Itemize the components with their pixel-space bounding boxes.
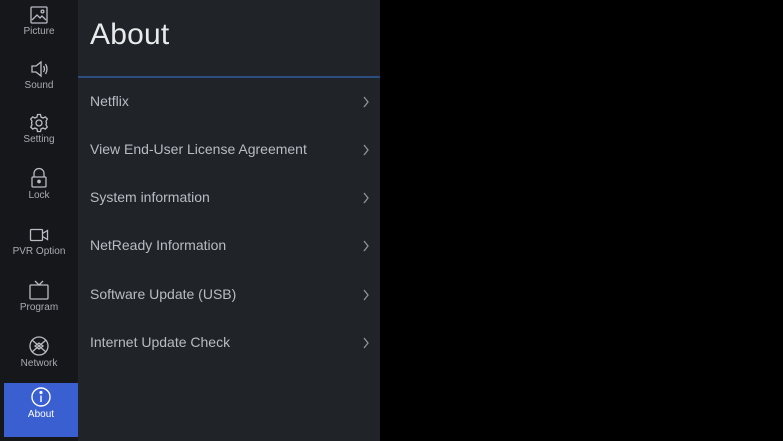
- sidebar-item-pvr-option[interactable]: PVR Option: [0, 222, 78, 274]
- picture-icon: [29, 2, 49, 25]
- sidebar-item-label: PVR Option: [12, 246, 66, 257]
- sidebar-item-about[interactable]: About: [4, 383, 78, 437]
- chevron-right-icon: [363, 240, 369, 252]
- camera-icon: [29, 222, 49, 245]
- menu-item-label: Netflix: [90, 93, 129, 109]
- info-icon: [30, 383, 52, 408]
- page-title: About: [90, 18, 170, 51]
- sidebar-item-sound[interactable]: Sound: [0, 56, 78, 108]
- tv-icon: [28, 276, 50, 301]
- menu-item-netready-information[interactable]: NetReady Information: [78, 222, 380, 270]
- lock-icon: [29, 164, 49, 189]
- category-sidebar: Picture Sound Setting Lock PVR Option Pr…: [0, 0, 78, 441]
- tv-settings-screen: Picture Sound Setting Lock PVR Option Pr…: [0, 0, 783, 441]
- menu-item-label: System information: [90, 189, 210, 205]
- menu-item-system-information[interactable]: System information: [78, 174, 380, 222]
- sidebar-item-label: About: [27, 409, 55, 420]
- sidebar-item-label: Sound: [24, 80, 54, 91]
- sidebar-item-label: Lock: [28, 190, 50, 201]
- menu-item-label: Internet Update Check: [90, 334, 231, 350]
- sidebar-item-program[interactable]: Program: [0, 276, 78, 328]
- menu-item-view-eula[interactable]: View End-User License Agreement: [78, 126, 380, 174]
- sidebar-item-setting[interactable]: Setting: [0, 110, 78, 162]
- menu-item-netflix[interactable]: Netflix: [78, 78, 380, 126]
- video-background: [380, 0, 783, 441]
- about-menu-panel: About Netflix View End-User License Agre…: [78, 0, 380, 441]
- menu-item-label: NetReady Information: [90, 237, 227, 253]
- menu-item-label: View End-User License Agreement: [90, 141, 307, 157]
- sidebar-item-network[interactable]: Network: [0, 332, 78, 384]
- menu-item-software-update-usb[interactable]: Software Update (USB): [78, 271, 380, 319]
- chevron-right-icon: [363, 144, 369, 156]
- globe-icon: [28, 332, 50, 357]
- chevron-right-icon: [363, 337, 369, 349]
- sidebar-item-label: Picture: [23, 26, 55, 37]
- sidebar-item-lock[interactable]: Lock: [0, 164, 78, 216]
- sidebar-item-label: Program: [19, 302, 59, 313]
- chevron-right-icon: [363, 192, 369, 204]
- gear-icon: [29, 110, 49, 133]
- chevron-right-icon: [363, 96, 369, 108]
- speaker-icon: [29, 56, 49, 79]
- sidebar-item-picture[interactable]: Picture: [0, 2, 78, 54]
- menu-item-label: Software Update (USB): [90, 286, 237, 302]
- sidebar-item-label: Network: [20, 358, 58, 369]
- menu-item-internet-update-check[interactable]: Internet Update Check: [78, 319, 380, 367]
- sidebar-item-label: Setting: [23, 134, 55, 145]
- chevron-right-icon: [363, 289, 369, 301]
